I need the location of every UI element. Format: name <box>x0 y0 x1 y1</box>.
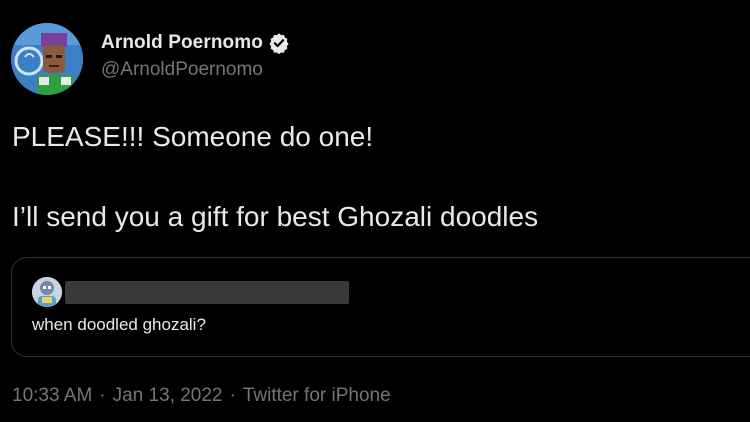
meta-separator: · <box>99 385 106 406</box>
tweet-text-line-2: I’ll send you a gift for best Ghozali do… <box>12 201 539 232</box>
tweet-date[interactable]: Jan 13, 2022 <box>113 385 223 407</box>
tweet: Arnold Poernomo @ArnoldPoernomo PLEASE!!… <box>0 0 750 422</box>
verified-badge-icon <box>268 32 290 55</box>
author-block: Arnold Poernomo @ArnoldPoernomo <box>101 30 290 81</box>
tweet-time[interactable]: 10:33 AM <box>12 385 92 407</box>
tweet-text-line-1: PLEASE!!! Someone do one! <box>12 121 374 152</box>
quoted-tweet-card[interactable]: when doodled ghozali? <box>11 257 750 357</box>
tweet-text: PLEASE!!! Someone do one! I’ll send you … <box>12 118 742 236</box>
author-handle[interactable]: @ArnoldPoernomo <box>101 59 290 81</box>
quoted-tweet-text: when doodled ghozali? <box>32 315 206 334</box>
tweet-source[interactable]: Twitter for iPhone <box>243 385 391 407</box>
redacted-name-bar <box>65 281 349 304</box>
meta-separator: · <box>229 385 236 406</box>
tweet-metadata: 10:33 AM · Jan 13, 2022 · Twitter for iP… <box>12 385 391 407</box>
author-display-name[interactable]: Arnold Poernomo <box>101 32 263 54</box>
quoted-author-avatar <box>32 277 62 307</box>
author-name-row: Arnold Poernomo <box>101 30 290 56</box>
author-avatar[interactable] <box>11 23 83 95</box>
